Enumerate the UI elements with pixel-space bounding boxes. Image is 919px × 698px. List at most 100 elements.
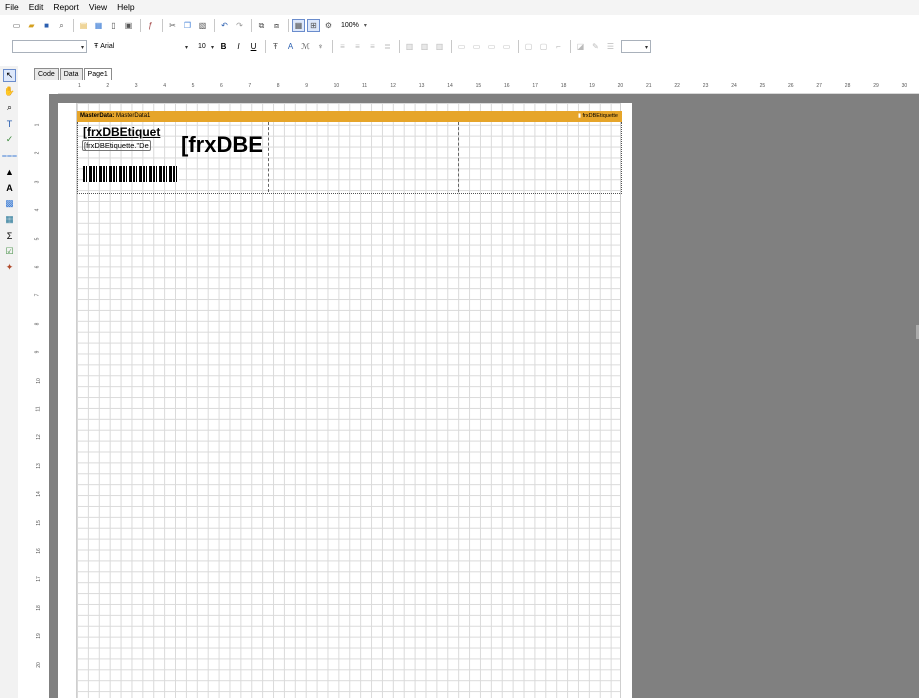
ruler-mark: 13: [418, 83, 425, 89]
toolbar-separator: [162, 19, 163, 32]
new-dialog-icon[interactable]: ▦: [92, 19, 105, 32]
subreport-icon[interactable]: ▦: [3, 213, 16, 226]
style-combo[interactable]: ▾: [12, 39, 87, 53]
undo-icon[interactable]: ↶: [218, 19, 231, 32]
tab-page1[interactable]: Page1: [83, 68, 112, 80]
more-objects-icon[interactable]: ✦: [3, 261, 16, 274]
format-painter-icon[interactable]: ✓: [3, 133, 16, 146]
valign-bottom-icon[interactable]: ▥: [433, 40, 446, 53]
bold-icon[interactable]: B: [217, 40, 230, 53]
ungroup-icon[interactable]: ⧈: [270, 19, 283, 32]
system-text-icon[interactable]: Σ: [3, 229, 16, 242]
ruler-mark: 16: [504, 83, 510, 89]
toolbar-separator: [332, 39, 333, 53]
text-toolbar: ▾ Ŧ Arial ▾ 10 ▾ B I U Ŧ A ℳ ♆ ≡ ≡ ≡ ≣ ▥…: [0, 36, 919, 56]
valign-top-icon[interactable]: ▥: [403, 40, 416, 53]
valign-middle-icon[interactable]: ▥: [418, 40, 431, 53]
open-icon[interactable]: ▰: [25, 19, 38, 32]
font-size-combo[interactable]: 10 ▾: [195, 39, 217, 53]
frame-all-icon[interactable]: ▢: [522, 40, 535, 53]
menu-report[interactable]: Report: [48, 0, 84, 15]
font-name-combo[interactable]: Ŧ Arial ▾: [91, 39, 191, 53]
new-icon[interactable]: ▭: [10, 19, 23, 32]
variables-icon[interactable]: ƒ: [144, 19, 157, 32]
align-left-icon[interactable]: ≡: [336, 40, 349, 53]
highlight-icon[interactable]: ℳ: [299, 40, 312, 53]
ruler-mark: 26: [788, 83, 794, 89]
cut-icon[interactable]: ✂: [166, 19, 179, 32]
ruler-mark: 14: [35, 491, 42, 497]
text-tool-icon[interactable]: T: [3, 117, 16, 130]
redo-icon[interactable]: ↷: [233, 19, 246, 32]
picture-object-icon[interactable]: ▩: [3, 197, 16, 210]
preview-icon[interactable]: ⌕: [55, 19, 68, 32]
toolbar-separator: [288, 19, 289, 32]
ruler-mark: 19: [35, 633, 42, 639]
band-dataset-name: frxDBEtiquette: [582, 113, 618, 119]
frame-style-icon[interactable]: ☰: [604, 40, 617, 53]
menu-file[interactable]: File: [0, 0, 24, 15]
ruler-mark: 22: [674, 83, 680, 89]
chevron-down-icon[interactable]: ▾: [359, 19, 372, 32]
frame-width-combo[interactable]: ▾: [621, 39, 651, 53]
picture-tool-icon[interactable]: ▲: [3, 165, 16, 178]
memo-tool-icon[interactable]: A: [3, 181, 16, 194]
font-settings-icon[interactable]: Ŧ: [269, 40, 282, 53]
menu-help[interactable]: Help: [112, 0, 139, 15]
zoom-combo[interactable]: 100%: [341, 22, 359, 29]
new-page-icon[interactable]: ▤: [77, 19, 90, 32]
barcode-object[interactable]: [83, 166, 179, 182]
ruler-mark: 4: [163, 83, 166, 89]
band-name: MasterData1: [116, 113, 151, 119]
frame-none-icon[interactable]: ▢: [537, 40, 550, 53]
menu-edit[interactable]: Edit: [24, 0, 49, 15]
font-color-icon[interactable]: A: [284, 40, 297, 53]
frame-right-icon[interactable]: ▭: [500, 40, 513, 53]
align-justify-icon[interactable]: ≣: [381, 40, 394, 53]
show-grid-icon[interactable]: ▦: [292, 19, 305, 32]
align-grid-icon[interactable]: ⊞: [307, 19, 320, 32]
zoom-tool-icon[interactable]: ⌕: [3, 101, 16, 114]
tab-code[interactable]: Code: [34, 68, 59, 80]
italic-icon[interactable]: I: [232, 40, 245, 53]
save-icon[interactable]: ■: [40, 19, 53, 32]
frame-left-icon[interactable]: ▭: [485, 40, 498, 53]
tab-data[interactable]: Data: [59, 68, 83, 80]
page-settings-icon[interactable]: ▣: [122, 19, 135, 32]
align-right-icon[interactable]: ≡: [366, 40, 379, 53]
masterdata-band[interactable]: [frxDBEtiquet [frxDBEtiquette."De [frxDB…: [77, 122, 622, 194]
band-dataset: ▮ frxDBEtiquette: [578, 111, 618, 122]
fill-color-icon[interactable]: ◪: [574, 40, 587, 53]
design-workspace: MasterData: MasterData1 ▮ frxDBEtiquette…: [49, 94, 919, 698]
frame-bottom-icon[interactable]: ▭: [470, 40, 483, 53]
copy-icon[interactable]: ❐: [181, 19, 194, 32]
ruler-mark: 24: [731, 83, 737, 89]
align-center-icon[interactable]: ≡: [351, 40, 364, 53]
group-icon[interactable]: ⧉: [255, 19, 268, 32]
font-name-value: Arial: [100, 42, 115, 50]
shadow-icon[interactable]: ⌐: [552, 40, 565, 53]
ruler-mark: 20: [617, 83, 624, 89]
ruler-mark: 2: [106, 83, 110, 89]
masterdata-band-header[interactable]: MasterData: MasterData1 ▮ frxDBEtiquette: [77, 111, 622, 122]
memo-label1[interactable]: [frxDBEtiquet: [83, 125, 160, 139]
fit-grid-icon[interactable]: ⚙: [322, 19, 335, 32]
underline-icon[interactable]: U: [247, 40, 260, 53]
hand-tool-icon[interactable]: ✋: [3, 85, 16, 98]
memo-label2[interactable]: [frxDBEtiquette."De: [82, 140, 151, 151]
toolbar-separator: [265, 39, 266, 53]
column-divider: [458, 122, 459, 192]
select-tool-icon[interactable]: ↖: [3, 69, 16, 82]
insert-band-icon[interactable]: ⩶: [2, 149, 17, 162]
frame-top-icon[interactable]: ▭: [455, 40, 468, 53]
delete-page-icon[interactable]: ▯: [107, 19, 120, 32]
menu-view[interactable]: View: [84, 0, 112, 15]
checkbox-tool-icon[interactable]: ☑: [3, 245, 16, 258]
font-icon: Ŧ: [94, 42, 99, 50]
ruler-mark: 10: [35, 377, 42, 384]
paste-icon[interactable]: ▧: [196, 19, 209, 32]
memo-label3[interactable]: [frxDBE: [181, 132, 263, 158]
dataset-icon: ▮: [577, 113, 581, 119]
frame-color-icon[interactable]: ✎: [589, 40, 602, 53]
rotation-icon[interactable]: ♆: [314, 40, 327, 53]
